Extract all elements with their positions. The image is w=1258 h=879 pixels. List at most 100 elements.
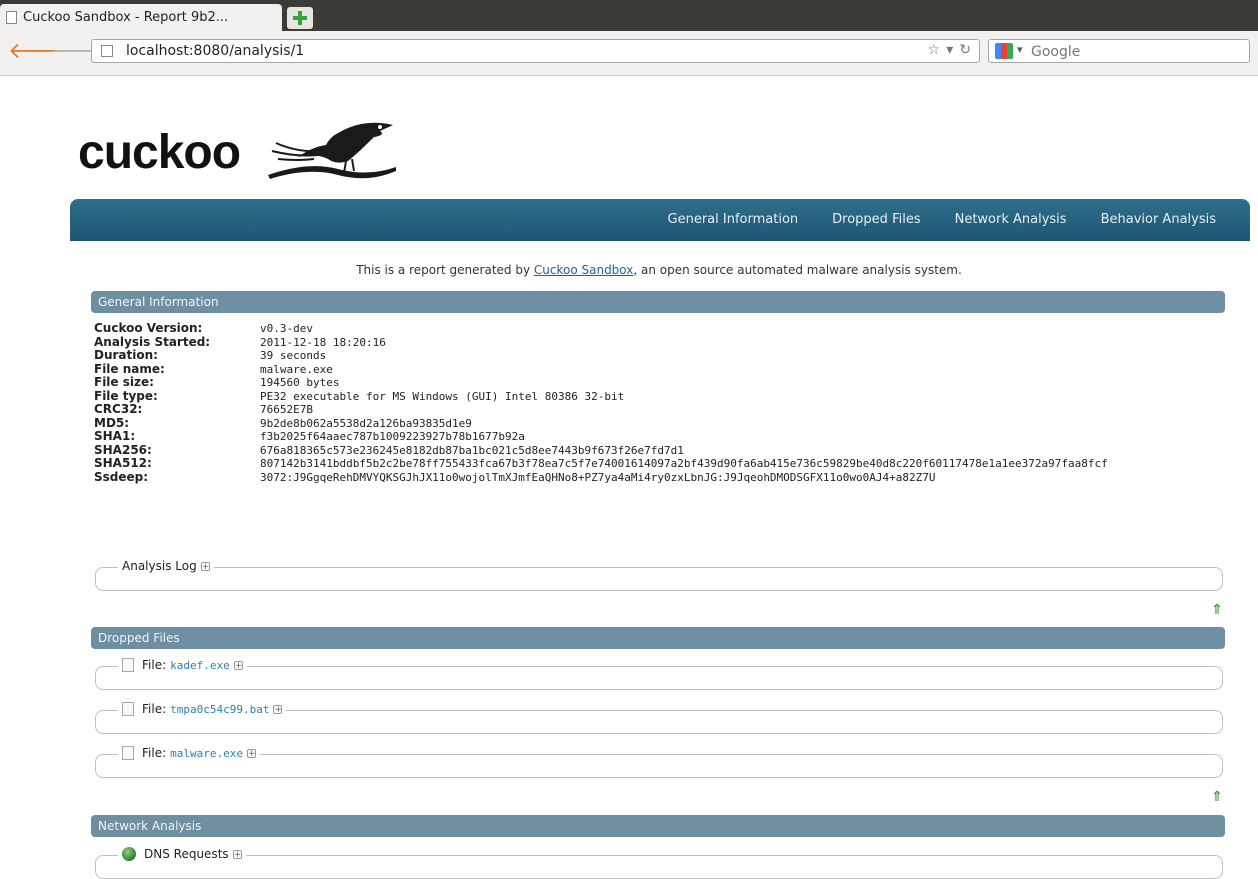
cuckoo-sandbox-link[interactable]: Cuckoo Sandbox [534, 263, 634, 277]
info-value: 9b2de8b062a5538d2a126ba93835d1e9 [260, 416, 472, 430]
file-prefix: File: [142, 702, 167, 716]
file-prefix: File: [142, 746, 167, 760]
analysis-log-panel: Analysis Log + [95, 559, 1223, 591]
table-row: File name: malware.exe [94, 361, 1108, 377]
file-icon [122, 658, 134, 672]
info-label: Analysis Started: [94, 334, 211, 349]
analysis-log-label: Analysis Log [122, 559, 197, 573]
info-label: Ssdeep: [94, 469, 149, 484]
expand-icon[interactable]: + [232, 849, 242, 859]
file-name[interactable]: malware.exe [170, 747, 243, 760]
info-value: 807142b3141bddbf5b2c2be78ff755433fca67b3… [260, 457, 1108, 470]
section-general-information: General Information [91, 291, 1225, 313]
expand-icon[interactable]: + [273, 704, 283, 714]
table-row: CRC32: 76652E7B [94, 402, 1108, 417]
table-row: Cuckoo Version: v0.3-dev [94, 321, 1108, 336]
intro-prefix: This is a report generated by [356, 263, 534, 277]
table-row: File type: PE32 executable for MS Windows… [94, 388, 1108, 404]
dns-requests-label: DNS Requests [144, 847, 229, 861]
table-row: Analysis Started: 2011-12-18 18:20:16 [94, 334, 1108, 350]
info-label: SHA1: [94, 429, 136, 443]
file-name[interactable]: kadef.exe [170, 659, 230, 672]
search-input[interactable] [1029, 41, 1243, 63]
general-info-table: Cuckoo Version: v0.3-dev Analysis Started… [94, 321, 1108, 485]
page-icon [101, 45, 113, 57]
table-row: SHA1: f3b2025f64aaec787b1009223927b78b167… [94, 429, 1108, 444]
dropped-file-legend: File: kadef.exe + [118, 658, 247, 672]
table-row: MD5: 9b2de8b062a5538d2a126ba93835d1e9 [94, 415, 1108, 431]
info-value: PE32 executable for MS Windows (GUI) Int… [260, 389, 625, 403]
expand-icon[interactable]: + [246, 748, 256, 758]
engine-dropdown-icon[interactable]: ▾ [1017, 43, 1023, 56]
info-label: CRC32: [94, 402, 143, 416]
dns-requests-legend: DNS Requests + [118, 847, 246, 861]
info-value: v0.3-dev [260, 322, 313, 335]
table-row: File size: 194560 bytes [94, 375, 1108, 390]
dns-requests-panel: DNS Requests + [95, 847, 1223, 879]
plus-icon [293, 11, 307, 25]
info-value: 194560 bytes [260, 376, 340, 389]
info-label: SHA512: [94, 456, 152, 470]
file-icon [122, 746, 134, 760]
dropped-file-panel: File: malware.exe + [95, 746, 1223, 778]
google-engine-icon[interactable] [995, 43, 1013, 59]
table-row: Duration: 39 seconds [94, 348, 1108, 363]
info-label: Cuckoo Version: [94, 321, 203, 335]
info-label: SHA256: [94, 442, 152, 457]
report-navbar: General Information Dropped Files Networ… [70, 199, 1250, 241]
expand-icon[interactable]: + [200, 561, 210, 571]
dropdown-icon[interactable]: ▾ [946, 42, 953, 58]
nav-network-analysis[interactable]: Network Analysis [955, 212, 1067, 227]
info-value: 76652E7B [260, 403, 313, 416]
address-bar[interactable]: localhost:8080/analysis/1 ☆ ▾ ↻ [91, 39, 980, 63]
table-row: Ssdeep: 3072:J9GgqeRehDMVYQKSGJhJX11o0woj… [94, 469, 1108, 485]
info-value: 676a818365c573e236245e8182db87ba1bc021c5… [260, 443, 684, 457]
logo-text: cuckoo [78, 126, 241, 179]
browser-tab[interactable]: Cuckoo Sandbox - Report 9b2... [0, 4, 282, 31]
globe-icon [122, 847, 136, 861]
file-icon [122, 702, 134, 716]
page-icon [6, 11, 17, 24]
expand-icon[interactable]: + [233, 660, 243, 670]
intro-suffix: , an open source automated malware analy… [633, 263, 962, 277]
cuckoo-logo: cuckoo [78, 122, 396, 180]
info-value: 2011-12-18 18:20:16 [260, 335, 386, 349]
section-network-analysis: Network Analysis [91, 815, 1225, 837]
info-value: 3072:J9GgqeRehDMVYQKSGJhJX11o0wojolTmXJm… [260, 470, 936, 484]
info-label: File type: [94, 388, 158, 403]
analysis-log-legend: Analysis Log + [118, 559, 214, 573]
info-label: File size: [94, 375, 154, 389]
info-label: MD5: [94, 415, 130, 430]
url-text: localhost:8080/analysis/1 [126, 43, 305, 59]
table-row: SHA256: 676a818365c573e236245e8182db87ba1… [94, 442, 1108, 458]
reload-icon[interactable]: ↻ [959, 42, 971, 58]
section-dropped-files: Dropped Files [91, 627, 1225, 649]
nav-behavior-analysis[interactable]: Behavior Analysis [1101, 212, 1216, 227]
address-bar-actions: ☆ ▾ ↻ [928, 42, 971, 58]
bookmark-star-icon[interactable]: ☆ [928, 42, 941, 58]
info-label: Duration: [94, 348, 158, 362]
dropped-file-legend: File: tmpa0c54c99.bat + [118, 702, 287, 716]
info-value: f3b2025f64aaec787b1009223927b78b1677b92a [260, 430, 525, 443]
intro-text: This is a report generated by Cuckoo San… [0, 263, 1258, 277]
dropped-file-panel: File: kadef.exe + [95, 658, 1223, 690]
cuckoo-bird-icon [268, 122, 396, 179]
table-row: SHA512: 807142b3141bddbf5b2c2be78ff755433… [94, 456, 1108, 471]
info-value: 39 seconds [260, 349, 327, 362]
new-tab-button[interactable] [287, 7, 313, 29]
dropped-file-legend: File: malware.exe + [118, 746, 260, 760]
file-name[interactable]: tmpa0c54c99.bat [170, 703, 269, 716]
back-to-top-icon[interactable]: ⇑ [1211, 602, 1223, 618]
nav-general-information[interactable]: General Information [668, 212, 799, 227]
browser-tabstrip: Cuckoo Sandbox - Report 9b2... [0, 0, 1258, 31]
info-label: File name: [94, 361, 165, 376]
search-bar[interactable]: ▾ [988, 39, 1250, 63]
dropped-file-panel: File: tmpa0c54c99.bat + [95, 702, 1223, 734]
back-to-top-icon[interactable]: ⇑ [1211, 789, 1223, 805]
tab-title: Cuckoo Sandbox - Report 9b2... [23, 10, 229, 25]
info-value: malware.exe [260, 362, 333, 376]
file-prefix: File: [142, 658, 167, 672]
report-nav-items: General Information Dropped Files Networ… [668, 212, 1216, 227]
nav-dropped-files[interactable]: Dropped Files [832, 212, 920, 227]
browser-navbar: 🡐 🡒 localhost:8080/analysis/1 ☆ ▾ ↻ ▾ [0, 31, 1258, 76]
